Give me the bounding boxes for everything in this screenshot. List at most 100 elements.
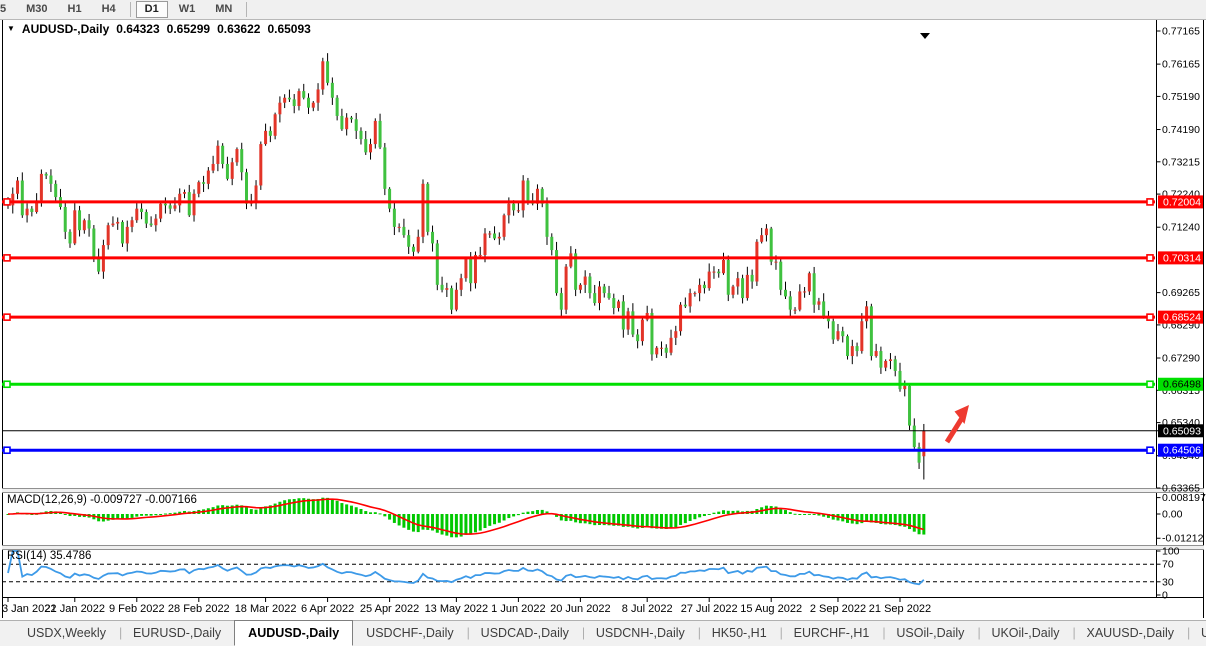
candle-up <box>369 144 372 152</box>
price-tick-label: 0.73215 <box>1162 156 1200 168</box>
candle-down <box>326 61 329 83</box>
candle-up <box>922 431 925 456</box>
symbol-tab-bar: USDX,Weekly|EURUSD-,DailyAUDUSD-,DailyUS… <box>0 620 1206 646</box>
macd-histogram-bar <box>727 511 730 514</box>
macd-histogram-bar <box>488 514 491 526</box>
macd-histogram-bar <box>484 514 487 528</box>
hline-handle <box>4 381 10 387</box>
tab-usdchf-daily[interactable]: USDCHF-,Daily <box>353 621 467 646</box>
macd-histogram-bar <box>708 514 711 515</box>
candle-down <box>908 386 911 426</box>
candle-down <box>336 98 339 116</box>
macd-histogram-bar <box>908 514 911 529</box>
candle-up <box>817 301 820 304</box>
symbol-dropdown-icon[interactable]: ▼ <box>7 24 15 34</box>
candle-down <box>240 149 243 172</box>
candle-up <box>460 278 463 290</box>
macd-histogram-bar <box>436 514 439 533</box>
candle-down <box>269 131 272 136</box>
tab-usdcad-daily[interactable]: USDCAD-,Daily <box>468 621 582 646</box>
tab-xauusd-daily[interactable]: XAUUSD-,Daily <box>1074 621 1188 646</box>
macd-histogram-bar <box>794 514 797 515</box>
hline-handle <box>4 447 10 453</box>
macd-label: MACD(12,26,9) -0.009727 -0.007166 <box>7 494 197 506</box>
tab-audusd-daily[interactable]: AUDUSD-,Daily <box>234 620 353 646</box>
candle-up <box>774 262 777 263</box>
chart-title: ▼ AUDUSD-,Daily 0.64323 0.65299 0.63622 … <box>7 22 311 36</box>
price-tick-label: 0.69265 <box>1162 287 1200 299</box>
arrow-tail <box>947 418 962 442</box>
macd-histogram-bar <box>507 514 510 518</box>
macd-histogram-bar <box>789 512 792 514</box>
rsi-axis-label: 70 <box>1162 559 1174 571</box>
candle-up <box>565 267 568 310</box>
time-tick-label: 18 Mar 2022 <box>235 603 297 615</box>
candle-up <box>183 192 186 194</box>
tab-eurusd-daily[interactable]: EURUSD-,Daily <box>120 621 234 646</box>
rsi-panel[interactable]: 10070300 <box>2 546 1180 602</box>
candle-up <box>584 277 587 285</box>
candle-down <box>846 336 849 356</box>
tab-ukoil-daily[interactable]: UKOil-,Daily <box>978 621 1072 646</box>
candle-up <box>312 103 315 108</box>
timeframe-button-5[interactable]: 5 <box>0 1 15 18</box>
horizontal-line[interactable] <box>2 447 1155 453</box>
candle-down <box>493 234 496 239</box>
hline-handle <box>4 314 10 320</box>
macd-histogram-bar <box>526 512 529 514</box>
macd-histogram-bar <box>297 498 300 514</box>
candle-down <box>665 348 668 353</box>
macd-histogram-bar <box>798 514 801 515</box>
horizontal-line[interactable] <box>2 314 1155 320</box>
timeframe-toolbar: 5M30H1H4 D1W1MN <box>0 0 1206 20</box>
horizontal-line[interactable] <box>2 255 1155 261</box>
candle-up <box>498 237 501 239</box>
symbol-label: AUDUSD-,Daily <box>22 22 109 36</box>
candle-down <box>741 278 744 298</box>
macd-histogram-bar <box>479 514 482 531</box>
time-tick-label: 27 Jul 2022 <box>681 603 738 615</box>
macd-histogram-bar <box>517 514 520 515</box>
candle-up <box>488 234 491 235</box>
macd-histogram-bar <box>283 500 286 514</box>
timeframe-button-h4[interactable]: H4 <box>93 1 125 18</box>
tab-usdx-weekly[interactable]: USDX,Weekly <box>14 621 119 646</box>
hline-handle <box>1147 381 1153 387</box>
candle-up <box>374 121 377 144</box>
candle-down <box>426 184 429 232</box>
candle-down <box>388 189 391 209</box>
candle-down <box>293 99 296 106</box>
timeframe-button-m30[interactable]: M30 <box>17 1 56 18</box>
tab-usoil-daily[interactable]: USOil-,Daily <box>883 621 977 646</box>
macd-axis-label: 0.008197 <box>1162 492 1206 504</box>
chart-canvas[interactable]: 0.771650.761650.751900.741900.732150.722… <box>0 0 1206 646</box>
candle-down <box>898 371 901 389</box>
candle-down <box>340 116 343 129</box>
candlesticks <box>7 53 926 479</box>
tab-hk50-h1[interactable]: HK50-,H1 <box>699 621 780 646</box>
macd-histogram-bar <box>274 504 277 514</box>
candle-up <box>278 103 281 115</box>
horizontal-line[interactable] <box>2 381 1155 387</box>
timeframe-button-w1[interactable]: W1 <box>170 1 205 18</box>
candle-down <box>469 258 472 283</box>
timeframe-button-mn[interactable]: MN <box>206 1 241 18</box>
price-label-text: 0.72004 <box>1163 196 1201 208</box>
price-label-box: 0.72004 <box>1158 195 1203 208</box>
timeframe-button-d1[interactable]: D1 <box>136 1 168 18</box>
time-axis[interactable]: 3 Jan 202221 Jan 20229 Feb 202228 Feb 20… <box>2 598 931 616</box>
timeframe-button-h1[interactable]: H1 <box>59 1 91 18</box>
macd-histogram-bar <box>388 514 391 520</box>
price-label-box: 0.70314 <box>1158 251 1203 264</box>
macd-histogram-bar <box>512 514 515 516</box>
tab-ukoil-da[interactable]: UKOil-,Da <box>1188 621 1206 646</box>
candle-up <box>722 260 725 273</box>
tab-eurchf-h1[interactable]: EURCHF-,H1 <box>781 621 883 646</box>
macd-histogram-bar <box>770 506 773 514</box>
candle-down <box>288 98 291 100</box>
price-tick-label: 0.76165 <box>1162 59 1200 71</box>
macd-histogram-bar <box>674 514 677 527</box>
tab-usdcnh-daily[interactable]: USDCNH-,Daily <box>583 621 698 646</box>
up-arrow-annotation[interactable] <box>947 405 969 442</box>
candle-down <box>202 182 205 184</box>
